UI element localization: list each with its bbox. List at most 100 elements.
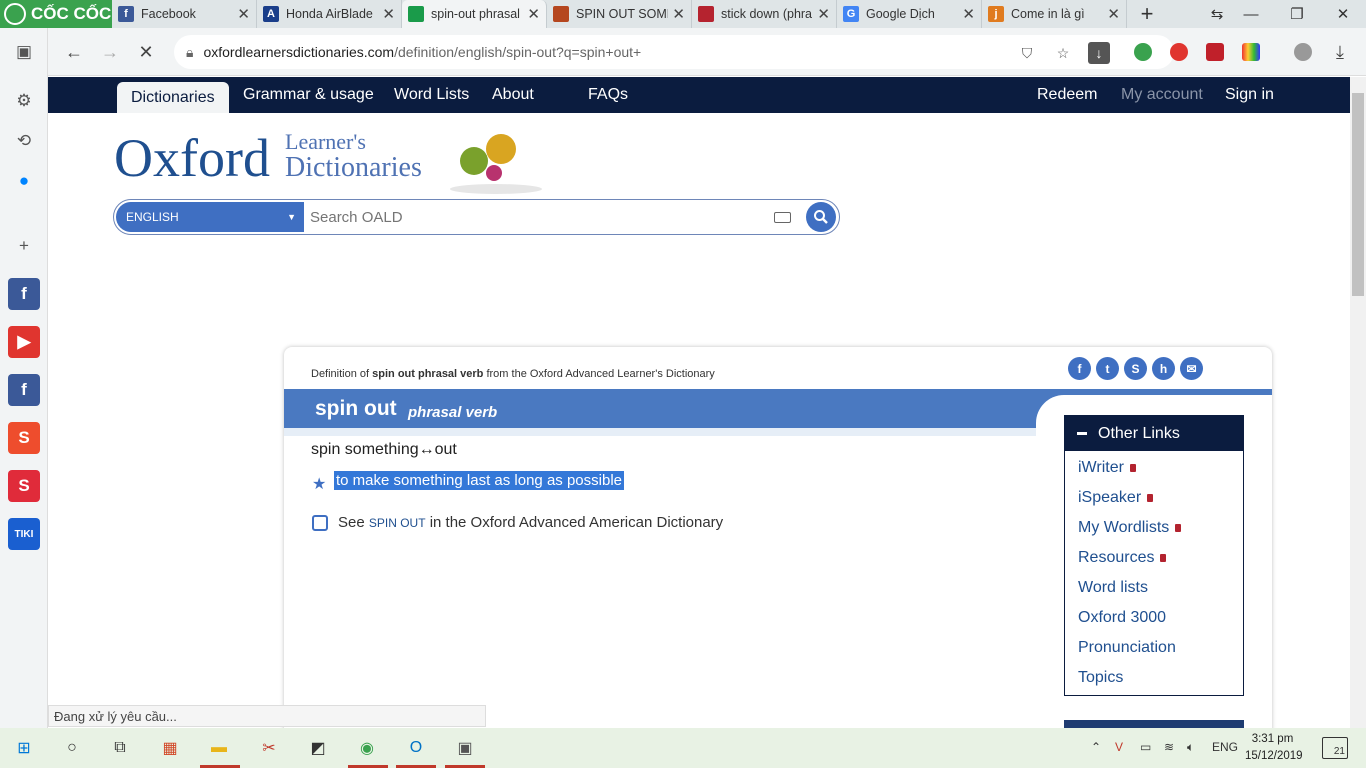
- close-tab-icon[interactable]: ✕: [672, 5, 685, 23]
- close-tab-icon[interactable]: ✕: [382, 5, 395, 23]
- stop-loading-button[interactable]: ✕: [132, 38, 160, 66]
- nav-about[interactable]: About: [492, 77, 534, 113]
- windows-start-icon[interactable]: ⊞: [10, 734, 38, 762]
- tray-chevron-icon[interactable]: ⌃: [1091, 740, 1101, 754]
- browser-sidebar: ▣ ⚙ ⟲ ● + f ▶ f S S TIKI: [0, 28, 48, 728]
- wifi-icon[interactable]: ≋: [1164, 740, 1174, 754]
- browser-tab[interactable]: A Honda AirBlade ✕: [257, 0, 402, 28]
- other-link-resources[interactable]: Resources: [1078, 549, 1167, 567]
- other-links-header[interactable]: Other Links: [1065, 416, 1243, 451]
- definition-text[interactable]: to make something last as long as possib…: [334, 471, 624, 490]
- other-link-iwriter[interactable]: iWriter: [1078, 459, 1136, 477]
- messenger-icon[interactable]: ●: [8, 165, 40, 197]
- translate-extension-icon[interactable]: [1206, 43, 1224, 61]
- app-window-icon[interactable]: ▣: [451, 734, 479, 762]
- browser-tab[interactable]: stick down (phra ✕: [692, 0, 837, 28]
- sendo-icon[interactable]: S: [8, 470, 40, 502]
- close-tab-icon[interactable]: ✕: [817, 5, 830, 23]
- browser-tab[interactable]: f Facebook ✕: [112, 0, 257, 28]
- file-explorer-icon[interactable]: ▬: [205, 734, 233, 762]
- email-share-icon[interactable]: ✉: [1180, 357, 1203, 380]
- nav-faqs[interactable]: FAQs: [588, 77, 628, 113]
- url-bar[interactable]: 🔒︎ oxfordlearnersdictionaries.com/defini…: [174, 35, 1174, 69]
- new-tab-button[interactable]: +: [1127, 0, 1167, 28]
- browser-tab[interactable]: j Come in là gì ✕: [982, 0, 1127, 28]
- history-icon[interactable]: ⟲: [8, 125, 40, 157]
- stumbleupon-share-icon[interactable]: S: [1124, 357, 1147, 380]
- hi5-share-icon[interactable]: h: [1152, 357, 1175, 380]
- other-link-my-wordlists[interactable]: My Wordlists: [1078, 519, 1182, 537]
- nav-redeem[interactable]: Redeem: [1037, 77, 1097, 113]
- nav-word-lists[interactable]: Word Lists: [394, 77, 469, 113]
- keyboard-icon[interactable]: [774, 212, 791, 223]
- headword: spin out: [315, 397, 397, 420]
- other-link-ispeaker[interactable]: iSpeaker: [1078, 489, 1154, 507]
- vietkey-icon[interactable]: V: [1115, 740, 1123, 754]
- coccoc-brand[interactable]: CỐC CỐC: [0, 0, 112, 28]
- ab-icon: A: [263, 6, 279, 22]
- close-window-button[interactable]: ✕: [1320, 0, 1366, 28]
- app-icon[interactable]: ▦: [156, 734, 184, 762]
- close-tab-icon[interactable]: ✕: [237, 5, 250, 23]
- coccoc-taskbar-icon[interactable]: ◉: [353, 734, 381, 762]
- browser-tab[interactable]: G Google Dịch ✕: [837, 0, 982, 28]
- close-tab-icon[interactable]: ✕: [962, 5, 975, 23]
- scrollbar-thumb[interactable]: [1352, 93, 1364, 296]
- nav-dictionaries[interactable]: Dictionaries: [117, 82, 229, 113]
- download-page-icon[interactable]: ↓: [1088, 42, 1110, 64]
- colorful-extension-icon[interactable]: [1242, 43, 1260, 61]
- facebook-share-icon[interactable]: f: [1068, 357, 1091, 380]
- forward-button[interactable]: →: [96, 38, 124, 66]
- sidebar-toggle-icon[interactable]: ▣: [8, 36, 40, 68]
- task-view-icon[interactable]: ⧉: [106, 734, 134, 762]
- browser-tab-active[interactable]: spin-out phrasal ✕: [402, 0, 547, 28]
- cortana-search-icon[interactable]: ○: [58, 734, 86, 762]
- search-button[interactable]: [806, 202, 836, 232]
- search-input[interactable]: [310, 202, 750, 232]
- search-icon: [814, 210, 828, 224]
- other-link-oxford-3000[interactable]: Oxford 3000: [1078, 609, 1166, 627]
- restore-button[interactable]: ❐: [1274, 0, 1320, 28]
- add-sidebar-icon[interactable]: +: [8, 230, 40, 262]
- outlook-icon[interactable]: O: [402, 734, 430, 762]
- shield-icon[interactable]: ⛉: [1016, 42, 1038, 64]
- nav-grammar-usage[interactable]: Grammar & usage: [243, 77, 374, 113]
- battery-icon[interactable]: ▭: [1140, 740, 1151, 754]
- browser-tab[interactable]: SPIN OUT SOME ✕: [547, 0, 692, 28]
- snipping-tool-icon[interactable]: ✂: [255, 734, 283, 762]
- lock-icon: 🔒︎: [186, 43, 194, 60]
- adblock-extension-icon[interactable]: [1170, 43, 1188, 61]
- close-tab-icon[interactable]: ✕: [1107, 5, 1120, 23]
- clock-date: 15/12/2019: [1245, 750, 1303, 762]
- tab-label: Come in là gì: [1011, 7, 1085, 21]
- logo-balls-icon: [450, 134, 542, 194]
- other-link-word-lists[interactable]: Word lists: [1078, 579, 1148, 597]
- facebook-icon[interactable]: f: [8, 278, 40, 310]
- back-button[interactable]: ←: [60, 38, 88, 66]
- profile-avatar[interactable]: [1294, 43, 1312, 61]
- shopee-icon[interactable]: S: [8, 422, 40, 454]
- other-link-pronunciation[interactable]: Pronunciation: [1078, 639, 1176, 657]
- see-link[interactable]: SPIN OUT: [369, 516, 426, 530]
- notification-center-icon[interactable]: 21: [1322, 737, 1348, 759]
- other-link-topics[interactable]: Topics: [1078, 669, 1123, 687]
- tiki-icon[interactable]: TIKI: [8, 518, 40, 550]
- settings-icon[interactable]: ⚙: [8, 85, 40, 117]
- minimize-button[interactable]: —: [1228, 0, 1274, 28]
- logo-oxford-text: Oxford: [114, 128, 270, 188]
- nav-sign-in[interactable]: Sign in: [1225, 77, 1274, 113]
- coccoc-extension-icon[interactable]: [1134, 43, 1152, 61]
- twitter-share-icon[interactable]: t: [1096, 357, 1119, 380]
- bookmark-star-icon[interactable]: ☆: [1052, 42, 1074, 64]
- youtube-icon[interactable]: ▶: [8, 326, 40, 358]
- system-clock[interactable]: 3:31 pm 15/12/2019: [1245, 731, 1303, 765]
- volume-icon[interactable]: 🔈︎: [1187, 740, 1194, 755]
- input-language[interactable]: ENG: [1212, 740, 1238, 754]
- nav-my-account[interactable]: My account: [1121, 77, 1203, 113]
- sticky-notes-icon[interactable]: ◩: [304, 734, 332, 762]
- dictionary-language-select[interactable]: ENGLISH ▼: [116, 202, 304, 232]
- facebook-icon[interactable]: f: [8, 374, 40, 406]
- source-headword: spin out phrasal verb: [372, 368, 484, 380]
- close-tab-icon[interactable]: ✕: [527, 5, 540, 23]
- downloads-icon[interactable]: ⤓: [1326, 38, 1354, 66]
